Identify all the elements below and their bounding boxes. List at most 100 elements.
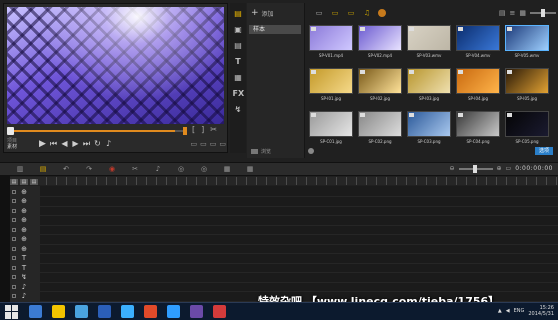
media-thumbnail[interactable]: SP-I02.jpg [357,68,403,107]
taskbar-app-icon[interactable] [29,305,42,318]
record-capture-icon[interactable]: ◉ [107,165,117,173]
mark-out-button[interactable]: ] [201,125,204,134]
media-thumbnail[interactable]: SP-V01.mp4 [308,25,354,64]
mode-clip[interactable]: 素材 [7,144,37,150]
taskbar-app-icon[interactable] [121,305,134,318]
trim-marker[interactable] [183,127,187,135]
instant-project-icon[interactable]: ▣ [233,24,244,35]
taskbar-app-icon[interactable] [98,305,111,318]
scrubber[interactable] [7,127,187,135]
add-folder-button[interactable]: + 添加 [251,8,274,18]
mark-in-button[interactable]: [ [192,125,195,134]
show-photo-icon[interactable]: ▭ [346,9,356,17]
zoom-in-icon[interactable]: ⊕ [497,165,502,172]
track-toggle[interactable] [12,275,16,279]
media-thumbnail[interactable]: SP-C01.jpg [308,111,354,150]
prev-frame-icon[interactable]: ◀ [59,138,70,150]
redo-icon[interactable]: ↷ [84,165,94,173]
subtitle-editor-icon[interactable]: ▦ [222,165,232,173]
home-icon[interactable]: ⏮ [48,138,59,150]
next-frame-icon[interactable]: ▶ [70,138,81,150]
media-thumbnail[interactable]: SP-I01.jpg [308,68,354,107]
track-toggle[interactable] [12,265,16,270]
list-view-icon[interactable]: ▤ [499,9,506,17]
audio-mixer-icon[interactable]: ♪ [153,165,163,173]
undo-icon[interactable]: ↶ [61,165,71,173]
record-icon[interactable] [378,9,386,17]
taskbar-app-icon[interactable] [52,305,65,318]
track-toggle[interactable] [12,227,16,232]
library-status-icon[interactable] [308,148,314,154]
storyboard-view-icon[interactable]: ▥ [15,165,25,173]
repeat-icon[interactable]: ↻ [92,138,103,150]
filter-icon[interactable]: FX [233,88,245,99]
graphic-icon[interactable]: ▦ [233,72,244,83]
fullscreen-icon[interactable]: ▭ [219,140,226,148]
browse-button[interactable]: 浏览 [251,148,271,155]
timecode-icon[interactable]: ▭ [200,140,207,148]
taskbar-app-icon[interactable] [144,305,157,318]
media-thumbnail[interactable]: SP-I05.jpg [504,68,550,107]
timecode-display[interactable]: 0:00:00:00 [515,165,553,172]
ripple-icon[interactable]: ▤ [30,179,38,185]
timeline-ruler[interactable] [10,177,558,185]
track-toggle[interactable] [12,237,16,241]
split-clip-icon[interactable]: ✂ [130,165,140,173]
show-video-icon[interactable]: ▭ [330,9,340,17]
taskbar-app-icon[interactable] [190,305,203,318]
preview-mode[interactable]: 项目 素材 [7,138,37,150]
scrubber-handle[interactable] [7,127,14,135]
network-icon[interactable]: ▲ [498,308,502,314]
motion-track-icon[interactable]: ◎ [199,165,209,173]
detail-view-icon[interactable]: ≡ [510,9,516,17]
media-thumbnail[interactable]: SP-V03.wmv [406,25,452,64]
track-toggle[interactable] [12,208,16,213]
media-thumbnail[interactable]: SP-C03.png [406,111,452,150]
transition-icon[interactable]: ▤ [233,40,244,51]
options-button[interactable]: 选项 [534,147,553,155]
fit-icon[interactable]: ▭ [506,165,512,172]
timeline-view-icon[interactable]: ▤ [38,165,48,173]
split-icon[interactable]: ✂ [210,125,217,134]
media-thumbnail[interactable]: SP-V04.wmv [455,25,501,64]
thumb-view-icon[interactable]: ▦ [519,9,526,17]
media-thumbnail[interactable]: SP-I03.jpg [406,68,452,107]
auto-music-icon[interactable]: ◎ [176,165,186,173]
chapter-icon[interactable]: ▤ [20,179,28,185]
taskbar-app-icon[interactable] [167,305,180,318]
track-manager-icon[interactable]: ▤ [10,179,18,185]
end-icon[interactable]: ⏭ [81,138,92,150]
import-icon[interactable]: ▭ [314,9,324,17]
media-thumbnail[interactable]: SP-V02.mp4 [357,25,403,64]
hd-toggle-icon[interactable]: ▭ [191,140,198,148]
taskbar-app-icon[interactable] [75,305,88,318]
track-toggle[interactable] [12,218,16,222]
track-toggle[interactable] [12,189,16,194]
volume-icon[interactable]: ♪ [103,138,114,150]
folder-item-sample[interactable]: 样本 [249,25,301,34]
track-toggle[interactable] [12,199,16,203]
thumbnail-size-slider[interactable] [530,9,556,17]
zoom-slider[interactable] [458,164,493,173]
enlarge-icon[interactable]: ▭ [210,140,217,148]
media-thumbnail[interactable]: SP-I04.jpg [455,68,501,107]
media-thumbnail[interactable]: SP-C05.png [504,111,550,150]
language-indicator[interactable]: ENG [514,308,525,314]
volume-tray-icon[interactable]: ◀ [506,308,510,314]
show-audio-icon[interactable]: ♫ [362,9,372,17]
start-button[interactable] [5,304,19,319]
media-icon[interactable]: ▤ [233,8,244,19]
media-thumbnail[interactable]: SP-C02.png [357,111,403,150]
media-thumbnail[interactable]: SP-C04.png [455,111,501,150]
motion-icon[interactable]: ↯ [233,104,244,115]
zoom-out-icon[interactable]: ⊖ [449,165,454,172]
play-icon[interactable]: ▶ [37,138,48,150]
multi-trim-icon[interactable]: ▦ [245,165,255,173]
media-thumbnail[interactable]: SP-V05.wmv [504,25,550,64]
track-toggle[interactable] [12,284,16,289]
title-icon[interactable]: T [233,56,244,67]
clock[interactable]: 15:26 2014/5/31 [528,305,554,317]
track-toggle[interactable] [12,246,16,251]
taskbar-app-icon[interactable] [213,305,226,318]
track-toggle[interactable] [12,294,16,298]
